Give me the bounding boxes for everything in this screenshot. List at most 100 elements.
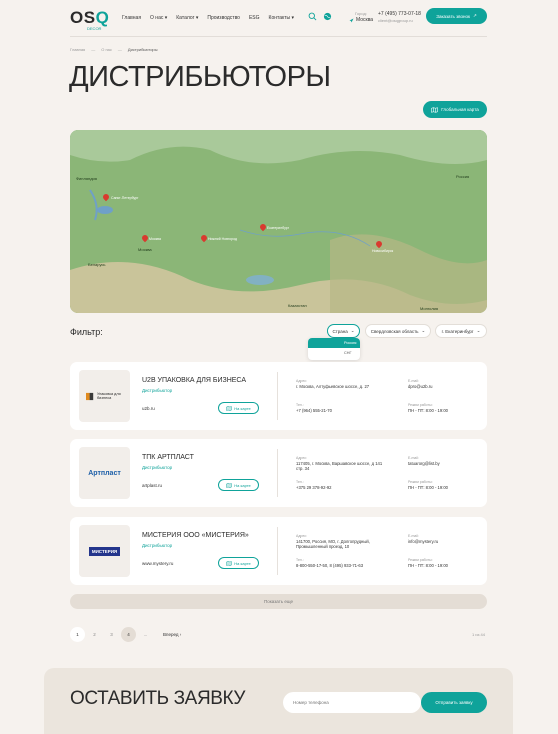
global-map-button[interactable]: Глобальная карта — [423, 101, 487, 118]
map-icon — [226, 405, 233, 411]
map-label-russia: Россия — [456, 174, 470, 179]
logo-subtitle: DECOR — [87, 26, 102, 31]
distributor-site[interactable]: www.mystery.ru — [142, 561, 173, 566]
distributor-name: МИСТЕРИЯ ООО «МИСТЕРИЯ» — [142, 532, 249, 539]
call-request-button[interactable]: Заказать звонок ↗ — [426, 8, 487, 24]
nav-item-contacts[interactable]: Контакты ▾ — [269, 15, 295, 21]
distributor-type: Дистрибьютор — [142, 465, 173, 470]
email-label: E-mail: — [408, 379, 419, 383]
globe-icon[interactable] — [323, 12, 332, 21]
nav-item-home[interactable]: Главная — [122, 15, 141, 21]
page-button[interactable]: 3 — [104, 627, 119, 642]
phone-label: Тел.: — [296, 403, 304, 407]
distributor-site[interactable]: artplast.ru — [142, 483, 162, 488]
show-more-button[interactable]: Показать еще — [70, 594, 487, 609]
address-label: Адрес: — [296, 379, 307, 383]
distributor-card: Упаковка для бизнеса U2B УПАКОВКА ДЛЯ БИ… — [70, 362, 487, 430]
card-divider — [277, 527, 278, 575]
nav-item-catalog[interactable]: Каталог ▾ — [176, 15, 198, 21]
distributors-map[interactable]: Финляндия Россия Москва Беларусь Казахст… — [70, 130, 487, 313]
next-page-link[interactable]: Вперед › — [163, 632, 181, 637]
header-divider — [70, 36, 487, 37]
city-label: Город: — [355, 11, 367, 16]
distributor-card: Артпласт ТПК АРТПЛАСТ Дистрибьютор artpl… — [70, 439, 487, 507]
phone-input[interactable] — [283, 692, 421, 713]
filter-label: Фильтр: — [70, 327, 103, 337]
logo[interactable]: OSQ — [70, 8, 109, 28]
show-on-map-button[interactable]: На карте — [218, 479, 259, 491]
map-label-mongolia: Монголия — [420, 306, 439, 311]
distributor-logo: МИСТЕРИЯ — [79, 525, 130, 577]
phone-label: Тел.: — [296, 558, 304, 562]
page-button[interactable]: 1 — [70, 627, 85, 642]
show-on-map-button[interactable]: На карте — [218, 557, 259, 569]
country-option-russia[interactable]: Россия — [308, 338, 360, 348]
hours-label: Режим работы: — [408, 403, 433, 407]
header-phone[interactable]: +7 (495) 773-07-18 — [378, 11, 421, 17]
hours-value: ПН - ПТ: 8:00 - 19:00 — [408, 485, 449, 490]
page-count: 1 из 44 — [472, 632, 485, 637]
chevron-down-icon: ⌄ — [421, 328, 426, 333]
hours-label: Режим работы: — [408, 480, 433, 484]
map-icon — [431, 106, 438, 113]
map-label-belarus: Беларусь — [88, 262, 106, 267]
page-button[interactable]: 4 — [121, 627, 136, 642]
page-ellipsis: ... — [143, 632, 148, 637]
phone-value[interactable]: +7 (964) 555-21-70 — [296, 408, 332, 413]
map-icon — [226, 560, 233, 566]
nav-item-esg[interactable]: ESG — [249, 15, 260, 21]
request-form-title: ОСТАВИТЬ ЗАЯВКУ — [70, 688, 246, 709]
chevron-down-icon: ⌄ — [476, 328, 481, 333]
breadcrumb-separator: — — [91, 47, 96, 52]
city-selector[interactable]: Москва — [349, 17, 373, 23]
email-value[interactable]: info@mystery.ru — [408, 539, 438, 544]
address-label: Адрес: — [296, 456, 307, 460]
map-pin-label: Москва — [149, 237, 161, 241]
distributor-type: Дистрибьютор — [142, 543, 173, 548]
breadcrumb-current: Дистрибьюторы — [127, 47, 158, 52]
card-divider — [277, 449, 278, 497]
map-pin-label: Новосибирск — [372, 249, 394, 253]
map-label-finland: Финляндия — [76, 176, 97, 181]
nav-item-production[interactable]: Производство — [207, 15, 240, 21]
region-select[interactable]: Свердловская область ⌄ — [365, 324, 431, 338]
country-dropdown: Россия СНГ — [308, 338, 360, 360]
phone-value[interactable]: 8-800-550-17-50, 8 (495) 933-71-63 — [296, 563, 363, 568]
email-label: E-mail: — [408, 456, 419, 460]
page-button[interactable]: 2 — [87, 627, 102, 642]
email-value[interactable]: tatuarorg@list.by — [408, 461, 440, 466]
map-pin-label: Екатеринбург — [267, 226, 290, 230]
country-option-cis[interactable]: СНГ — [344, 351, 352, 355]
breadcrumb: Главная — О нас — Дистрибьюторы — [70, 47, 158, 52]
phone-label: Тел.: — [296, 480, 304, 484]
map-icon — [226, 482, 233, 488]
search-icon[interactable] — [308, 12, 317, 21]
country-select[interactable]: Страна ⌄ — [327, 324, 360, 338]
page-title: ДИСТРИБЬЮТОРЫ — [69, 61, 331, 93]
hours-value: ПН - ПТ: 8:00 - 19:00 — [408, 563, 449, 568]
breadcrumb-home[interactable]: Главная — [70, 47, 85, 52]
distributor-card: МИСТЕРИЯ МИСТЕРИЯ ООО «МИСТЕРИЯ» Дистриб… — [70, 517, 487, 585]
nav-item-about[interactable]: О нас ▾ — [150, 15, 167, 21]
address-value: г. Москва, Алтуфьевское шоссе, д. 27 — [296, 384, 370, 389]
breadcrumb-about[interactable]: О нас — [101, 47, 112, 52]
distributor-name: U2B УПАКОВКА ДЛЯ БИЗНЕСА — [142, 377, 246, 384]
map-label-kazakhstan: Казахстан — [288, 303, 307, 308]
arrow-up-right-icon: ↗ — [472, 13, 477, 18]
distributor-type: Дистрибьютор — [142, 388, 173, 393]
u2b-logo-icon — [86, 392, 94, 400]
city-select[interactable]: г. Екатеринбург ⌄ — [435, 324, 487, 338]
distributor-logo: Артпласт — [79, 447, 130, 499]
submit-request-button[interactable]: Отправить заявку — [421, 692, 487, 713]
header-email[interactable]: client@osqgroup.ru — [378, 18, 413, 23]
show-on-map-button[interactable]: На карте — [218, 402, 259, 414]
card-divider — [277, 372, 278, 420]
hours-value: ПН - ПТ: 8:00 - 19:00 — [408, 408, 449, 413]
email-value[interactable]: dpro@u2b.ru — [408, 384, 433, 389]
location-arrow-icon — [349, 18, 354, 22]
address-value: 141700, Россия, МО, г. Долгопрудный, Про… — [296, 539, 370, 549]
distributor-site[interactable]: u2b.ru — [142, 406, 155, 411]
map-pin-label: Нижний Новгород — [208, 237, 237, 241]
email-label: E-mail: — [408, 534, 419, 538]
phone-value[interactable]: +375 29 378-92-92 — [296, 485, 332, 490]
